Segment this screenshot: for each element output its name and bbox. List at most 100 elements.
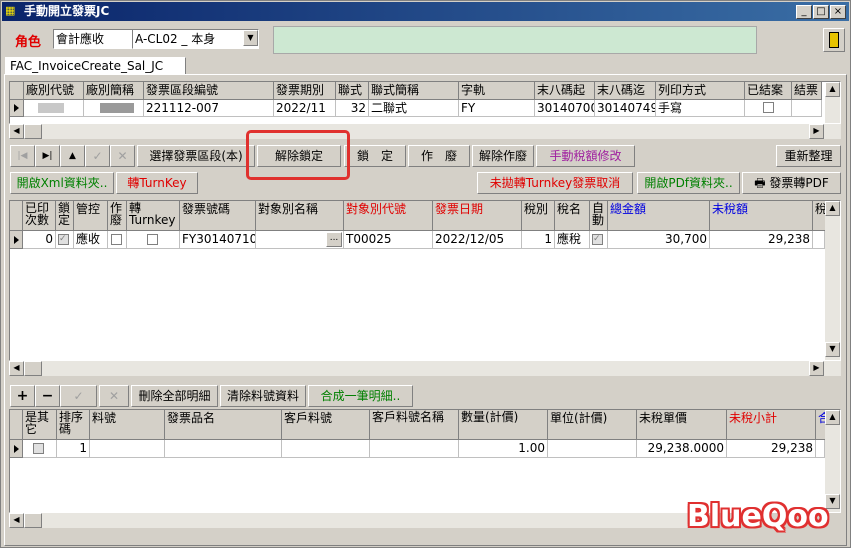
col-header[interactable]: 排序碼 xyxy=(57,410,90,440)
cell-copy-type[interactable]: 32 xyxy=(336,100,369,117)
scroll-up-icon[interactable]: ▲ xyxy=(825,410,840,425)
cell-voided[interactable] xyxy=(108,231,127,249)
maximize-button[interactable]: □ xyxy=(813,5,829,19)
scroll-thumb[interactable] xyxy=(24,513,42,528)
cell-unit[interactable] xyxy=(548,440,637,458)
cell-customer-item-name[interactable] xyxy=(370,440,459,458)
select-segment-button[interactable]: 選擇發票區段(本) xyxy=(137,145,255,167)
col-header[interactable]: 發票號碼 xyxy=(180,201,256,231)
is-other-checkbox[interactable] xyxy=(33,443,44,454)
scroll-left-icon[interactable]: ◀ xyxy=(9,361,24,376)
clear-item-data-button[interactable]: 清除料號資料 xyxy=(220,385,306,407)
cell-untaxed[interactable]: 29,238 xyxy=(710,231,813,249)
scroll-down-icon[interactable]: ▼ xyxy=(825,342,840,357)
col-header[interactable]: 列印方式 xyxy=(656,82,745,100)
move-up-icon[interactable]: ▲ xyxy=(60,145,85,167)
open-xml-folder-button[interactable]: 開啟Xml資料夾.. xyxy=(10,172,114,194)
col-header[interactable]: 總金額 xyxy=(608,201,710,231)
open-pdf-folder-button[interactable]: 開啟PDf資料夾.. xyxy=(637,172,740,194)
col-header[interactable]: 自動 xyxy=(590,201,608,231)
last-record-icon[interactable]: ▶| xyxy=(35,145,60,167)
cell-tax-type[interactable]: 1 xyxy=(522,231,555,249)
cell-segment-no[interactable]: 221112-007 xyxy=(144,100,274,117)
cell-invoice-date[interactable]: 2022/12/05 xyxy=(433,231,522,249)
col-header[interactable]: 聯式 xyxy=(336,82,369,100)
col-header[interactable]: 聯式簡稱 xyxy=(369,82,459,100)
cell-item-no[interactable] xyxy=(90,440,165,458)
col-header[interactable]: 稅名 xyxy=(555,201,590,231)
invoice-hscrollbar[interactable]: ◀ ▶ xyxy=(9,361,841,376)
cell-is-other[interactable] xyxy=(23,440,57,458)
role-code-select[interactable]: A-CL02 _ 本身 ▼ xyxy=(132,29,259,49)
col-header[interactable]: 客戶料號名稱 xyxy=(370,410,459,440)
col-header[interactable]: 鎖定 xyxy=(56,201,74,231)
cell-invoice-no[interactable]: FY30140710 xyxy=(180,231,256,249)
col-header[interactable]: 數量(計價) xyxy=(459,410,548,440)
col-header[interactable]: 未稅單價 xyxy=(637,410,727,440)
col-header[interactable]: 單位(計價) xyxy=(548,410,637,440)
col-header[interactable]: 管控 xyxy=(74,201,108,231)
cell-copy-name[interactable]: 二聯式 xyxy=(369,100,459,117)
remove-icon[interactable]: − xyxy=(35,385,60,407)
void-button[interactable]: 作 廢 xyxy=(408,145,470,167)
col-header[interactable]: 發票日期 xyxy=(433,201,522,231)
to-pdf-button[interactable]: 🖶 發票轉PDF xyxy=(742,172,841,194)
scroll-up-icon[interactable]: ▲ xyxy=(825,201,840,216)
scroll-thumb[interactable] xyxy=(24,361,42,376)
merge-one-detail-button[interactable]: 合成一筆明細.. xyxy=(308,385,413,407)
close-button[interactable]: × xyxy=(830,5,846,19)
col-header[interactable]: 發票區段編號 xyxy=(144,82,274,100)
cell-track[interactable]: FY xyxy=(459,100,535,117)
role-input[interactable]: 會計應收 xyxy=(53,29,133,49)
scroll-thumb[interactable] xyxy=(24,124,42,139)
ellipsis-button[interactable]: ... xyxy=(326,232,342,247)
cell-control[interactable]: 應收 xyxy=(74,231,108,249)
cell-sort-code[interactable]: 1 xyxy=(57,440,90,458)
cell-turnkey[interactable] xyxy=(127,231,180,249)
cell-quantity[interactable]: 1.00 xyxy=(459,440,548,458)
voided-checkbox[interactable] xyxy=(111,234,122,245)
add-icon[interactable]: + xyxy=(10,385,35,407)
vertical-scrollbar[interactable] xyxy=(825,216,840,360)
cell-total[interactable] xyxy=(816,440,825,458)
col-header[interactable]: 已印次數 xyxy=(23,201,56,231)
exit-button[interactable] xyxy=(823,28,845,52)
detail-hscrollbar[interactable]: ◀ xyxy=(9,513,689,528)
tab-invoice-create[interactable]: FAC_InvoiceCreate_Sal_JC xyxy=(5,57,186,75)
cell-locked[interactable]: ✓ xyxy=(56,231,74,249)
manual-tax-button[interactable]: 手動稅額修改 xyxy=(536,145,635,167)
vertical-scrollbar[interactable] xyxy=(825,97,840,123)
locked-checkbox[interactable]: ✓ xyxy=(58,234,69,245)
col-header[interactable]: 發票期別 xyxy=(274,82,336,100)
cell-auto[interactable]: ✓ xyxy=(590,231,608,249)
scroll-right-icon[interactable]: ▶ xyxy=(809,361,824,376)
col-header[interactable]: 發票品名 xyxy=(165,410,282,440)
col-header[interactable]: 未稅額 xyxy=(710,201,813,231)
col-header[interactable]: 廠別簡稱 xyxy=(84,82,144,100)
cell-tax-name[interactable]: 應稅 xyxy=(555,231,590,249)
unvoid-button[interactable]: 解除作廢 xyxy=(472,145,534,167)
cell-end8[interactable]: 30140749 xyxy=(595,100,656,117)
col-header[interactable]: 稅別 xyxy=(522,201,555,231)
cell-target-name[interactable]: ... xyxy=(256,231,344,249)
cell-start8[interactable]: 30140700 xyxy=(535,100,595,117)
cell-subtotal[interactable]: 29,238 xyxy=(727,440,816,458)
first-record-icon[interactable]: |◀ xyxy=(10,145,35,167)
segment-hscrollbar[interactable]: ◀ ▶ xyxy=(9,124,841,139)
scroll-right-icon[interactable]: ▶ xyxy=(809,124,824,139)
cell-close-ticket[interactable] xyxy=(792,100,822,117)
col-header[interactable]: 結票 xyxy=(792,82,822,100)
cancel-x-icon[interactable]: ✕ xyxy=(110,145,135,167)
cell-print-method[interactable]: 手寫 xyxy=(656,100,745,117)
cancel-turnkey-button[interactable]: 未拋轉Turnkey發票取消 xyxy=(477,172,633,194)
to-turnkey-button[interactable]: 轉TurnKey xyxy=(116,172,198,194)
cell-plant-name[interactable] xyxy=(84,100,144,117)
scroll-left-icon[interactable]: ◀ xyxy=(9,124,24,139)
delete-all-details-button[interactable]: 刪除全部明細 xyxy=(131,385,218,407)
col-header[interactable]: 未稅小計 xyxy=(727,410,816,440)
col-header[interactable]: 字軌 xyxy=(459,82,535,100)
reorganize-button[interactable]: 重新整理 xyxy=(776,145,841,167)
col-header[interactable]: 料號 xyxy=(90,410,165,440)
scroll-left-icon[interactable]: ◀ xyxy=(9,513,24,528)
cell-invoice-item-name[interactable] xyxy=(165,440,282,458)
